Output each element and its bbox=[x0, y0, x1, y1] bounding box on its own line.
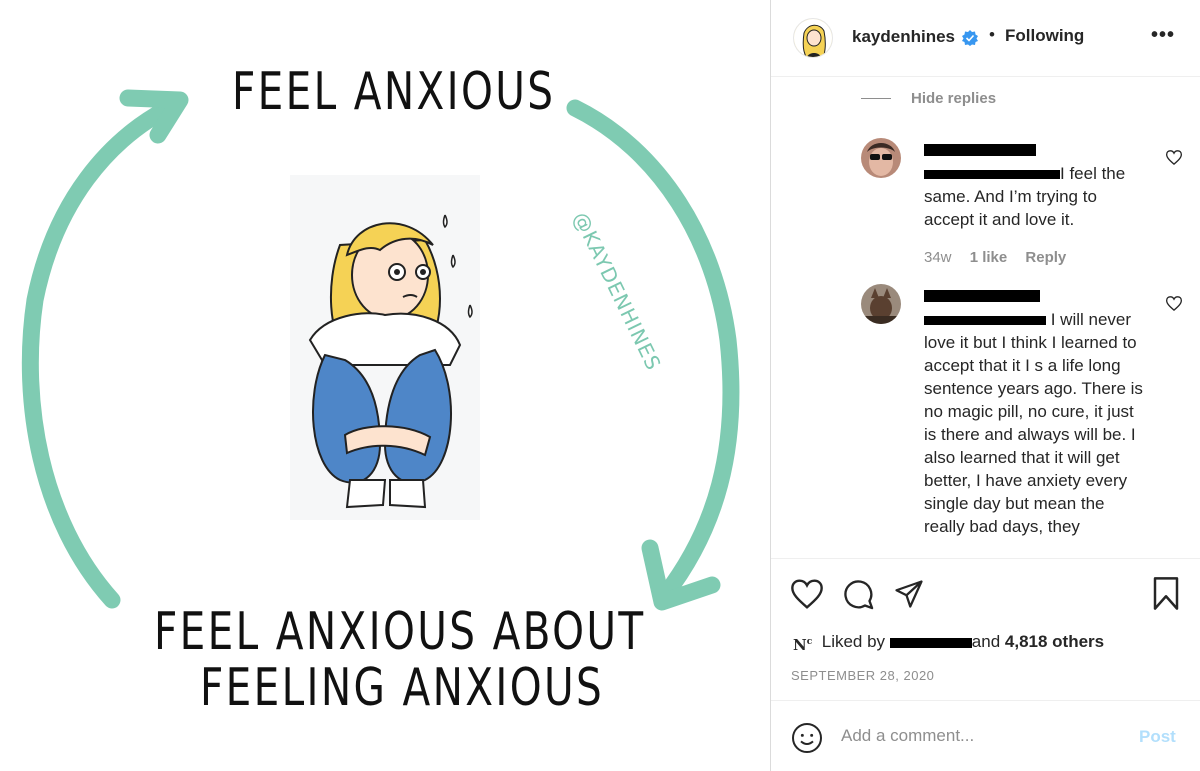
comment-likes-button[interactable]: 1 like bbox=[970, 249, 1008, 266]
redacted-username bbox=[924, 144, 1036, 156]
liker-avatar-icon[interactable]: Nc bbox=[793, 636, 817, 660]
replies-divider bbox=[861, 98, 891, 99]
liked-others-link[interactable]: 4,818 others bbox=[1005, 632, 1104, 651]
share-send-icon[interactable] bbox=[893, 579, 925, 609]
avatar-illustration bbox=[794, 19, 832, 57]
redacted-username bbox=[924, 290, 1040, 302]
post-actions: Nc Liked by and 4,818 others SEPTEMBER 2… bbox=[771, 558, 1200, 698]
header-separator: • bbox=[989, 25, 995, 44]
hide-replies-button[interactable]: Hide replies bbox=[911, 90, 996, 107]
comments-list[interactable]: Hide replies I feel the same. And I’m tr… bbox=[771, 78, 1200, 558]
redacted-mention bbox=[924, 316, 1046, 326]
post-side-panel: kaydenhines • Following ••• Hide replies bbox=[770, 0, 1200, 771]
redacted-liker-name bbox=[889, 637, 972, 648]
avatar-photo bbox=[861, 138, 901, 178]
comic-bottom-text-line2: FEELING ANXIOUS bbox=[200, 658, 605, 718]
comment-icon[interactable] bbox=[843, 579, 874, 610]
liked-by-line: Nc Liked by and 4,818 others bbox=[793, 632, 1104, 660]
post-image[interactable]: FEEL ANXIOUS @KAYDENHINES FEEL ANXIOUS A… bbox=[0, 0, 770, 771]
post-comment-button[interactable]: Post bbox=[1139, 727, 1176, 747]
like-comment-icon[interactable] bbox=[1166, 296, 1182, 311]
verified-badge-icon bbox=[962, 30, 978, 46]
author-username[interactable]: kaydenhines bbox=[852, 27, 955, 47]
comment-text: I feel the same. And I’m trying to accep… bbox=[924, 162, 1146, 231]
commenter-avatar[interactable] bbox=[861, 138, 901, 178]
commenter-avatar[interactable] bbox=[861, 284, 901, 324]
post-header: kaydenhines • Following ••• bbox=[771, 0, 1200, 77]
add-comment-bar: Post bbox=[771, 700, 1200, 771]
comment-body: I will never love it but I think I learn… bbox=[924, 310, 1143, 536]
instagram-post: FEEL ANXIOUS @KAYDENHINES FEEL ANXIOUS A… bbox=[0, 0, 1200, 771]
post-date[interactable]: SEPTEMBER 28, 2020 bbox=[791, 668, 934, 683]
more-options-icon[interactable]: ••• bbox=[1151, 24, 1175, 47]
avatar-photo bbox=[861, 284, 901, 324]
like-heart-icon[interactable] bbox=[791, 579, 823, 609]
redacted-mention bbox=[924, 170, 1060, 180]
comic-top-text: FEEL ANXIOUS bbox=[232, 62, 556, 122]
comment-time: 34w bbox=[924, 249, 952, 266]
liked-by-and: and bbox=[971, 632, 1001, 651]
comment-input[interactable] bbox=[841, 723, 1131, 749]
comment-text: I will never love it but I think I learn… bbox=[924, 308, 1146, 538]
save-bookmark-icon[interactable] bbox=[1152, 577, 1180, 610]
comment-reply-button[interactable]: Reply bbox=[1025, 249, 1066, 266]
anxious-girl-illustration bbox=[290, 175, 480, 520]
comment-meta: 34w 1 like Reply bbox=[924, 249, 1080, 266]
emoji-icon[interactable] bbox=[791, 722, 823, 754]
comic-bottom-text-line1: FEEL ANXIOUS ABOUT bbox=[154, 602, 646, 662]
author-avatar[interactable] bbox=[793, 18, 833, 58]
like-comment-icon[interactable] bbox=[1166, 150, 1182, 165]
liked-by-prefix: Liked by bbox=[821, 632, 886, 651]
following-button[interactable]: Following bbox=[1005, 26, 1084, 46]
